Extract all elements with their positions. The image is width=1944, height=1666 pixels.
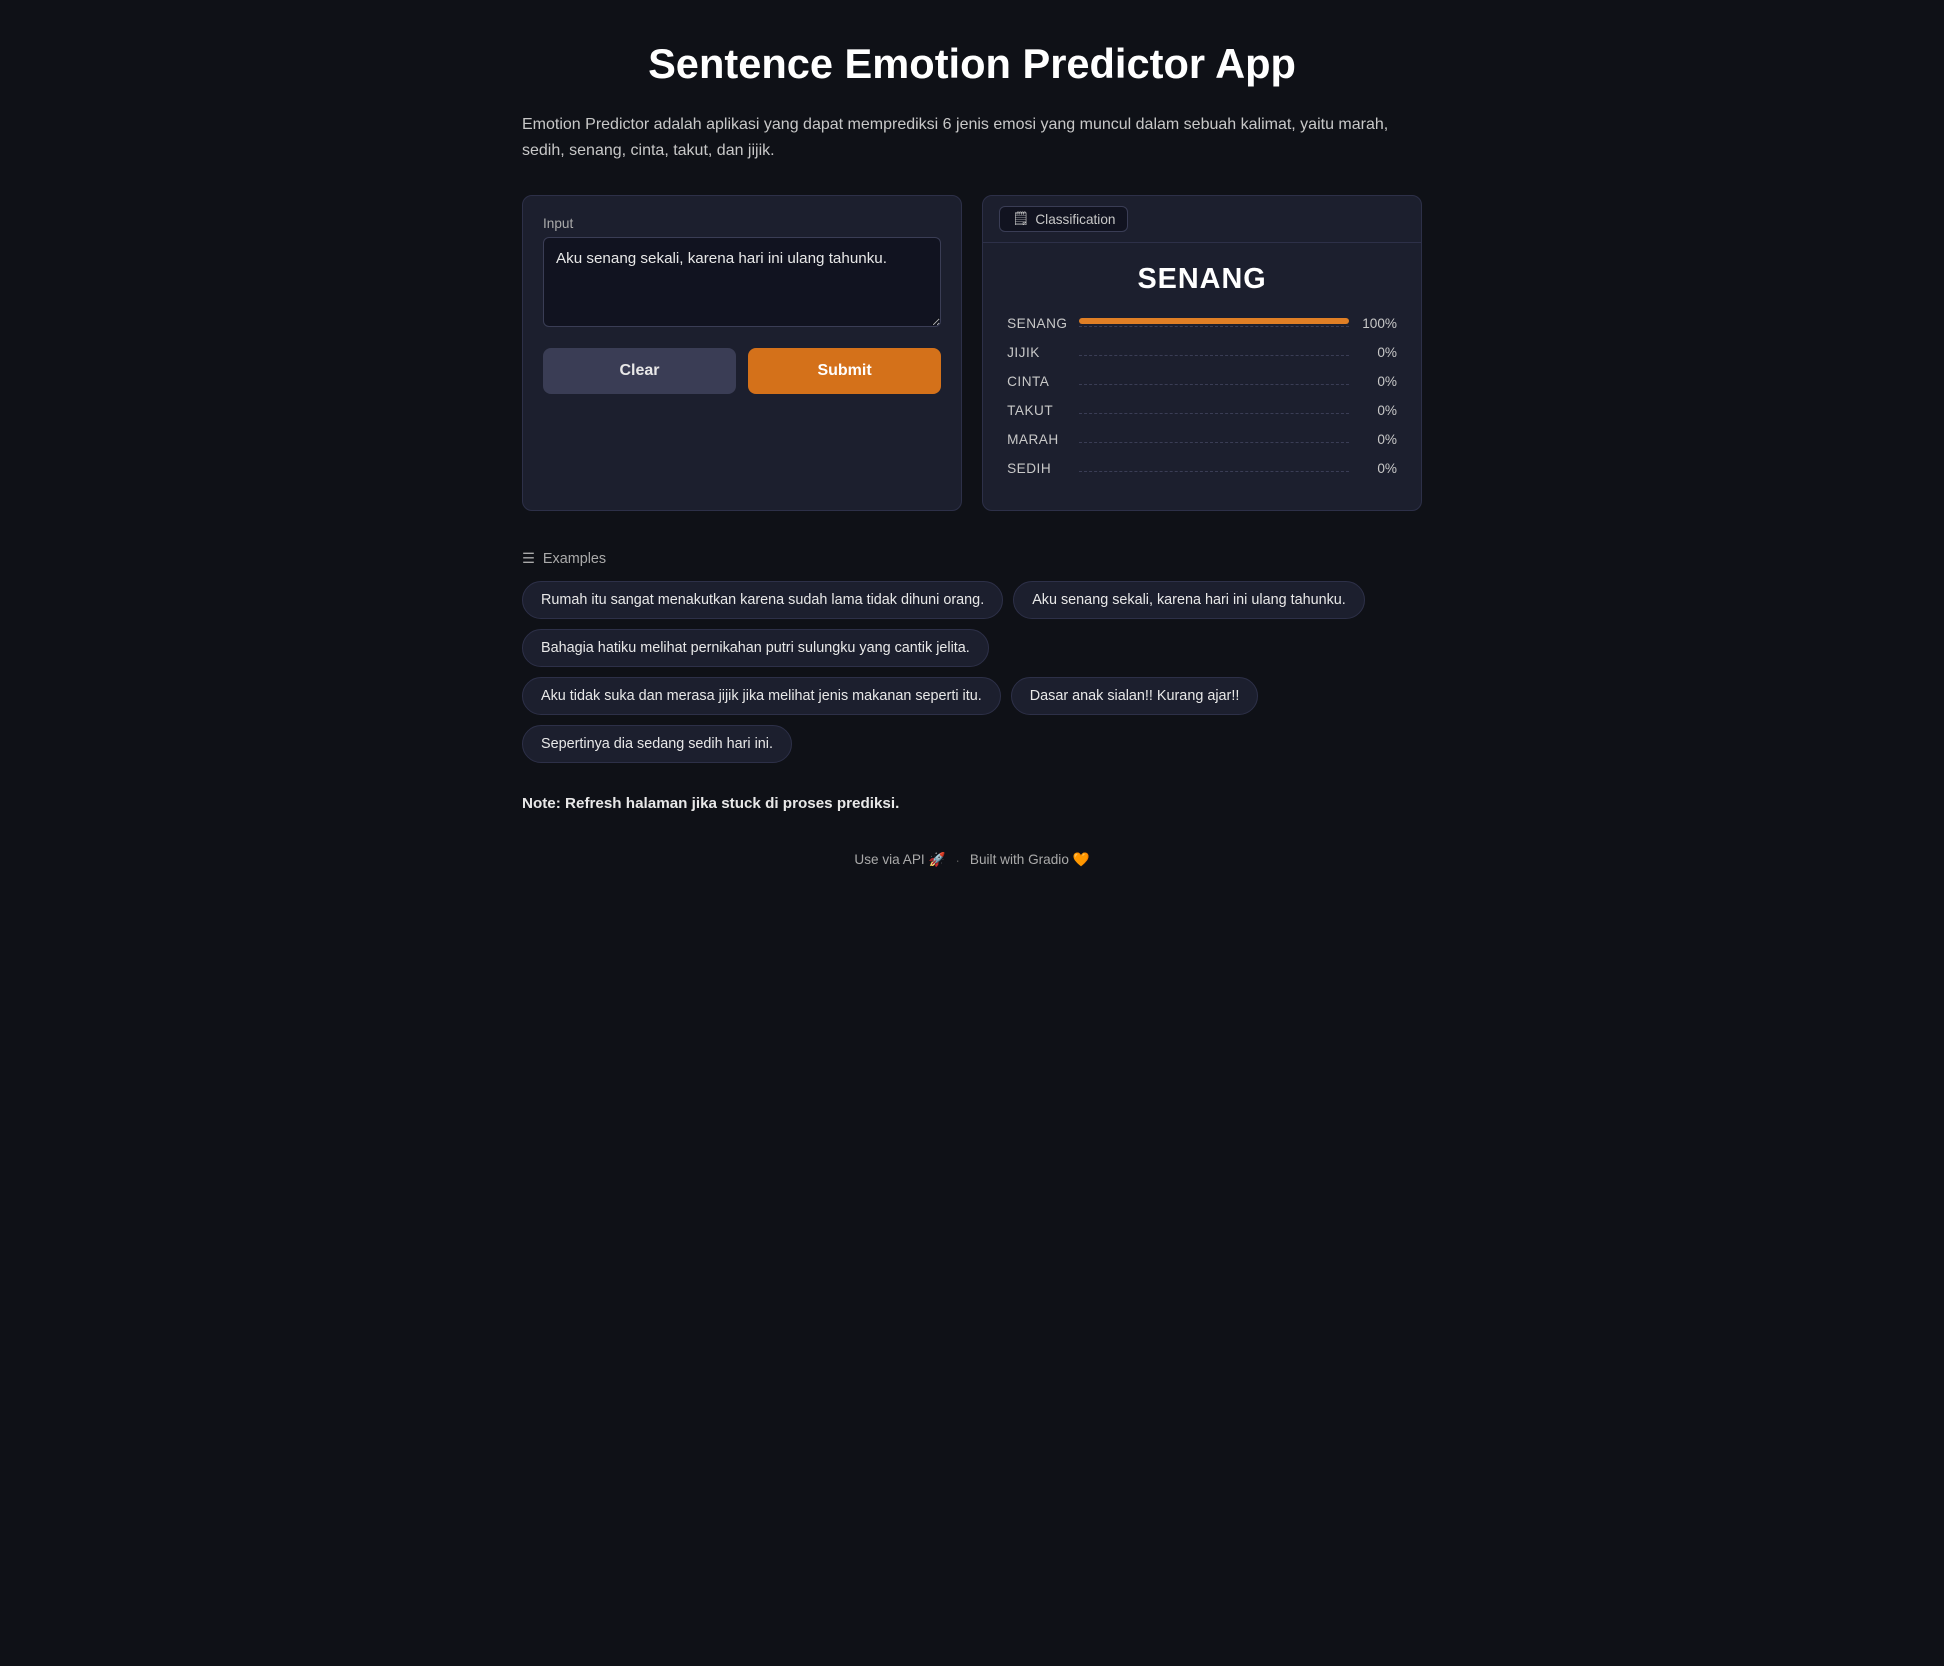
emotion-name: CINTA <box>1007 374 1067 389</box>
emotion-bar-track <box>1079 350 1349 356</box>
emotion-bar-track <box>1079 437 1349 443</box>
page-description: Emotion Predictor adalah aplikasi yang d… <box>522 112 1422 163</box>
example-button[interactable]: Sepertinya dia sedang sedih hari ini. <box>522 725 792 763</box>
emotion-pct: 0% <box>1361 345 1397 360</box>
classification-body: SENANG SENANG100%JIJIK0%CINTA0%TAKUT0%MA… <box>983 243 1421 510</box>
gradio-link[interactable]: Built with Gradio 🧡 <box>970 852 1090 868</box>
classification-header: 🗒 Classification <box>983 196 1421 243</box>
examples-icon: ☰ <box>522 551 535 567</box>
emotion-bar-track <box>1079 379 1349 385</box>
emotion-name: SENANG <box>1007 316 1067 331</box>
button-row: Clear Submit <box>543 348 941 394</box>
emotion-bar-track <box>1079 408 1349 414</box>
input-panel: Input Aku senang sekali, karena hari ini… <box>522 195 962 511</box>
emotion-name: JIJIK <box>1007 345 1067 360</box>
classification-panel: 🗒 Classification SENANG SENANG 100% JIJIK 0… <box>982 195 1422 511</box>
emotion-row: MARAH 0% <box>1007 432 1397 447</box>
clear-button[interactable]: Clear <box>543 348 736 394</box>
emotion-row: SEDIH 0% <box>1007 461 1397 476</box>
footer-separator: · <box>955 853 960 868</box>
example-button[interactable]: Dasar anak sialan!! Kurang ajar!! <box>1011 677 1259 715</box>
examples-label: ☰ Examples <box>522 551 1422 567</box>
note-text: Note: Refresh halaman jika stuck di pros… <box>522 795 1422 812</box>
emotion-pct: 100% <box>1361 316 1397 331</box>
emotion-pct: 0% <box>1361 432 1397 447</box>
example-button[interactable]: Aku senang sekali, karena hari ini ulang… <box>1013 581 1365 619</box>
example-button[interactable]: Bahagia hatiku melihat pernikahan putri … <box>522 629 989 667</box>
main-panel: Input Aku senang sekali, karena hari ini… <box>522 195 1422 511</box>
emotion-row: CINTA 0% <box>1007 374 1397 389</box>
emotion-pct: 0% <box>1361 461 1397 476</box>
submit-button[interactable]: Submit <box>748 348 941 394</box>
emotion-pct: 0% <box>1361 374 1397 389</box>
footer: Use via API 🚀 · Built with Gradio 🧡 <box>522 852 1422 868</box>
emotion-name: TAKUT <box>1007 403 1067 418</box>
input-textarea[interactable]: Aku senang sekali, karena hari ini ulang… <box>543 237 941 327</box>
emotion-bar-fill <box>1079 318 1349 324</box>
examples-label-text: Examples <box>543 551 606 567</box>
predicted-emotion: SENANG <box>1007 263 1397 296</box>
emotion-bar-track <box>1079 321 1349 327</box>
example-button[interactable]: Rumah itu sangat menakutkan karena sudah… <box>522 581 1003 619</box>
examples-section: ☰ Examples Rumah itu sangat menakutkan k… <box>522 551 1422 763</box>
classification-tab[interactable]: 🗒 Classification <box>999 206 1128 232</box>
classification-tab-icon: 🗒 <box>1012 211 1029 227</box>
api-link[interactable]: Use via API 🚀 <box>854 852 945 868</box>
emotion-pct: 0% <box>1361 403 1397 418</box>
emotion-row: JIJIK 0% <box>1007 345 1397 360</box>
emotion-bar-track <box>1079 466 1349 472</box>
emotion-name: SEDIH <box>1007 461 1067 476</box>
emotion-bars: SENANG100%JIJIK0%CINTA0%TAKUT0%MARAH0%SE… <box>1007 316 1397 476</box>
classification-tab-label: Classification <box>1035 212 1115 227</box>
emotion-row: TAKUT 0% <box>1007 403 1397 418</box>
example-button[interactable]: Aku tidak suka dan merasa jijik jika mel… <box>522 677 1001 715</box>
emotion-name: MARAH <box>1007 432 1067 447</box>
examples-grid: Rumah itu sangat menakutkan karena sudah… <box>522 581 1422 763</box>
page-title: Sentence Emotion Predictor App <box>522 40 1422 88</box>
emotion-row: SENANG 100% <box>1007 316 1397 331</box>
input-label: Input <box>543 216 941 231</box>
